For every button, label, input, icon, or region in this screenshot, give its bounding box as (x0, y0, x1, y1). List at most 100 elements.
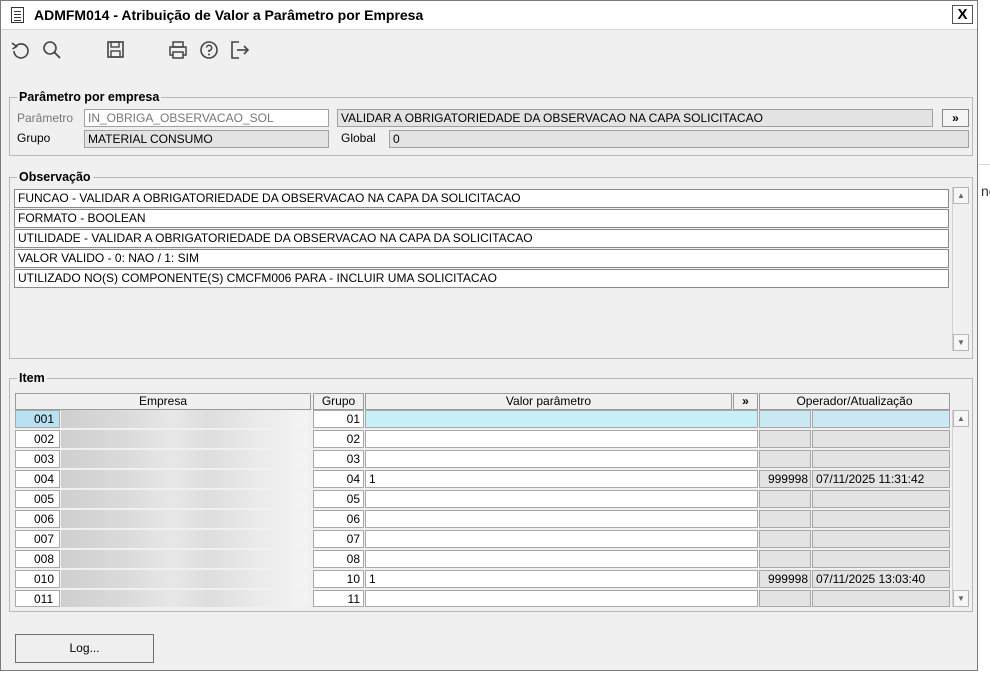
atualizacao-cell (812, 550, 950, 568)
header-empresa[interactable]: Empresa (15, 393, 311, 410)
row-number[interactable]: 006 (15, 510, 60, 528)
empresa-cell-redacted (61, 530, 308, 548)
global-field: 0 (389, 130, 969, 148)
help-icon[interactable] (198, 39, 220, 61)
valor-cell[interactable] (365, 510, 758, 528)
document-icon (11, 7, 24, 23)
valor-cell[interactable]: 1 (365, 570, 758, 588)
header-more-button[interactable]: » (733, 393, 758, 410)
row-number[interactable]: 002 (15, 430, 60, 448)
atualizacao-cell (812, 510, 950, 528)
row-number[interactable]: 007 (15, 530, 60, 548)
valor-cell[interactable]: 1 (365, 470, 758, 488)
grupo-cell[interactable]: 02 (313, 430, 364, 448)
row-number[interactable]: 010 (15, 570, 60, 588)
valor-cell[interactable] (365, 590, 758, 607)
operador-cell (759, 450, 811, 468)
row-number[interactable]: 003 (15, 450, 60, 468)
parametro-empresa-legend: Parâmetro por empresa (17, 90, 162, 104)
parametro-field[interactable]: IN_OBRIGA_OBSERVACAO_SOL (84, 109, 329, 127)
operador-cell (759, 530, 811, 548)
valor-cell[interactable] (365, 410, 758, 428)
atualizacao-cell (812, 430, 950, 448)
operador-cell: 999998 (759, 570, 811, 588)
row-number[interactable]: 004 (15, 470, 60, 488)
print-icon[interactable] (167, 39, 189, 61)
observacao-line[interactable]: FORMATO - BOOLEAN (14, 209, 949, 228)
item-legend: Item (17, 371, 47, 385)
atualizacao-cell (812, 410, 950, 428)
atualizacao-cell (812, 490, 950, 508)
empresa-cell-redacted (61, 430, 308, 448)
empresa-cell-redacted (61, 570, 308, 588)
valor-cell[interactable] (365, 490, 758, 508)
valor-cell[interactable] (365, 450, 758, 468)
empresa-cell-redacted (61, 550, 308, 568)
grupo-cell[interactable]: 11 (313, 590, 364, 607)
parametro-label: Parâmetro (17, 111, 74, 125)
row-number[interactable]: 001 (15, 410, 60, 428)
empresa-cell-redacted (61, 490, 308, 508)
scroll-up-arrow-icon[interactable]: ▲ (953, 187, 969, 204)
atualizacao-cell (812, 530, 950, 548)
observacao-line[interactable]: FUNCAO - VALIDAR A OBRIGATORIEDADE DA OB… (14, 189, 949, 208)
grupo-cell[interactable]: 01 (313, 410, 364, 428)
header-operador-atualizacao[interactable]: Operador/Atualização (759, 393, 950, 410)
header-grupo[interactable]: Grupo (313, 393, 364, 410)
row-number[interactable]: 005 (15, 490, 60, 508)
valor-cell[interactable] (365, 430, 758, 448)
empresa-cell-redacted (61, 470, 308, 488)
grupo-cell[interactable]: 08 (313, 550, 364, 568)
grupo-cell[interactable]: 04 (313, 470, 364, 488)
grupo-cell[interactable]: 06 (313, 510, 364, 528)
log-button[interactable]: Log... (15, 634, 154, 663)
grupo-cell[interactable]: 03 (313, 450, 364, 468)
scroll-down-arrow-icon[interactable]: ▼ (953, 334, 969, 351)
grupo-cell[interactable]: 05 (313, 490, 364, 508)
operador-cell (759, 430, 811, 448)
row-number[interactable]: 011 (15, 590, 60, 607)
atualizacao-cell (812, 450, 950, 468)
operador-cell (759, 550, 811, 568)
parametro-description-field: VALIDAR A OBRIGATORIEDADE DA OBSERVACAO … (337, 109, 933, 127)
global-label: Global (341, 131, 376, 145)
observacao-legend: Observação (17, 170, 93, 184)
observacao-scrollbar[interactable]: ▲ ▼ (952, 187, 970, 351)
valor-cell[interactable] (365, 530, 758, 548)
close-button[interactable]: X (952, 5, 973, 24)
save-icon[interactable] (105, 39, 127, 61)
exit-icon[interactable] (229, 39, 251, 61)
grupo-cell[interactable]: 10 (313, 570, 364, 588)
empresa-cell-redacted (61, 410, 308, 428)
atualizacao-cell: 07/11/2025 11:31:42 (812, 470, 950, 488)
scroll-up-arrow-icon[interactable]: ▲ (953, 410, 969, 427)
empresa-cell-redacted (61, 590, 308, 607)
item-scrollbar[interactable]: ▲ ▼ (952, 410, 970, 607)
background-window-edge: ne (979, 0, 990, 673)
observacao-line[interactable]: UTILIZADO NO(S) COMPONENTE(S) CMCFM006 P… (14, 269, 949, 288)
observacao-line[interactable]: VALOR VALIDO - 0: NAO / 1: SIM (14, 249, 949, 268)
empresa-cell-redacted (61, 510, 308, 528)
empresa-cell-redacted (61, 450, 308, 468)
title-bar[interactable]: ADMFM014 - Atribuição de Valor a Parâmet… (1, 1, 977, 30)
atualizacao-cell: 07/11/2025 13:03:40 (812, 570, 950, 588)
valor-cell[interactable] (365, 550, 758, 568)
background-text: ne (981, 183, 990, 199)
grupo-cell[interactable]: 07 (313, 530, 364, 548)
operador-cell (759, 410, 811, 428)
grupo-label: Grupo (17, 131, 51, 145)
operador-cell (759, 590, 811, 607)
parametro-more-button[interactable]: » (942, 109, 969, 127)
operador-cell (759, 510, 811, 528)
observacao-line[interactable]: UTILIDADE - VALIDAR A OBRIGATORIEDADE DA… (14, 229, 949, 248)
window-title: ADMFM014 - Atribuição de Valor a Parâmet… (34, 7, 424, 23)
grupo-field: MATERIAL CONSUMO (84, 130, 329, 148)
undo-icon[interactable] (10, 39, 32, 61)
toolbar (1, 30, 977, 68)
scroll-down-arrow-icon[interactable]: ▼ (953, 590, 969, 607)
operador-cell (759, 490, 811, 508)
atualizacao-cell (812, 590, 950, 607)
row-number[interactable]: 008 (15, 550, 60, 568)
header-valor-parametro[interactable]: Valor parâmetro (365, 393, 732, 410)
search-icon[interactable] (41, 39, 63, 61)
